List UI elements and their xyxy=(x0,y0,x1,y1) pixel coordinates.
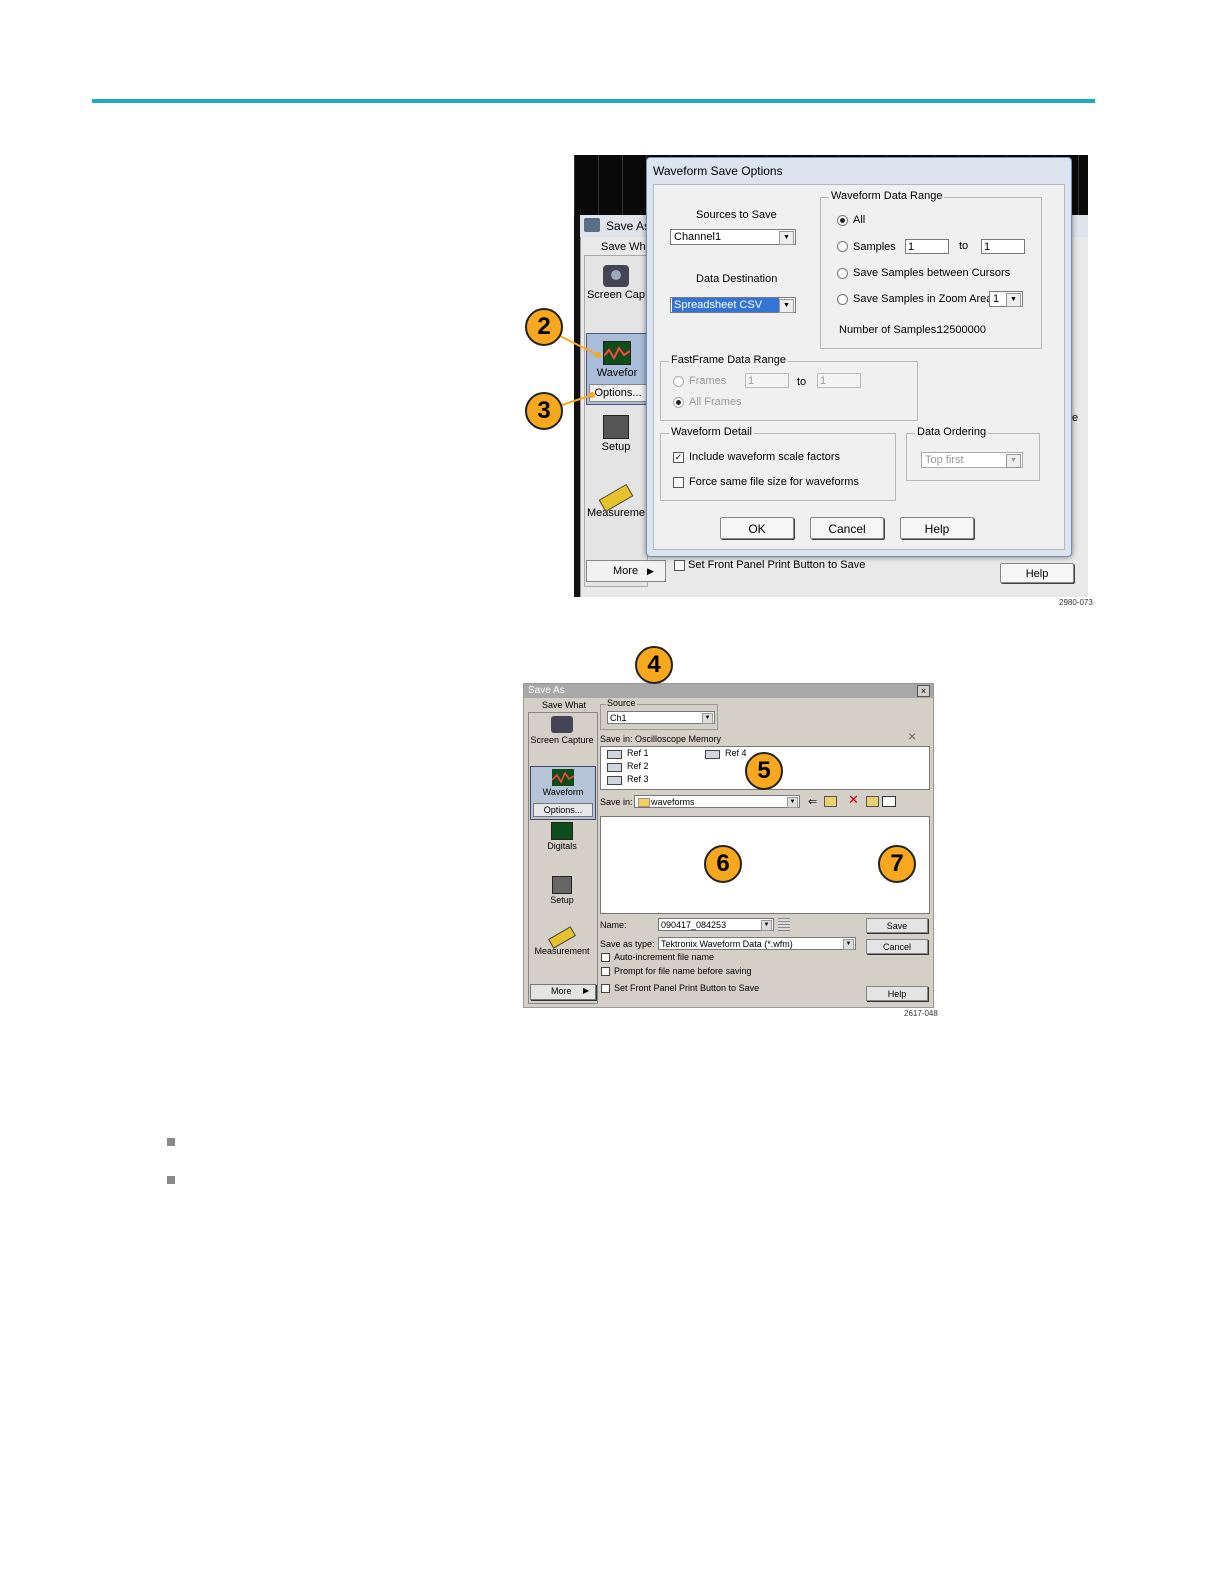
chevron-down-icon: ▼ xyxy=(843,939,854,950)
ref-icon xyxy=(705,750,720,759)
prompt-name-label: Prompt for file name before saving xyxy=(614,966,752,976)
callout-7: 7 xyxy=(878,845,916,883)
delete-icon[interactable]: ✕ xyxy=(848,792,859,808)
figure2-id: 2617-048 xyxy=(904,1009,938,1018)
callout-6: 6 xyxy=(704,845,742,883)
ref-icon xyxy=(607,763,622,772)
name-label: Name: xyxy=(600,920,627,930)
measurement-item[interactable]: Measurement xyxy=(530,926,594,956)
bullet-marker xyxy=(167,1176,175,1184)
keypad-icon[interactable] xyxy=(778,918,790,931)
setup-label: Setup xyxy=(550,895,574,905)
back-arrow-icon[interactable]: ⇐ xyxy=(808,795,817,808)
new-folder-icon[interactable] xyxy=(866,796,879,807)
save-as-titlebar: Save As × xyxy=(524,684,933,698)
ref-4-item[interactable]: Ref 4 xyxy=(725,748,747,758)
source-value: Ch1 xyxy=(610,713,627,723)
callout-2: 2 xyxy=(525,308,563,346)
waveform-icon xyxy=(552,769,574,786)
screen-capture-item[interactable]: Screen Capture xyxy=(530,714,594,745)
ref-3-item[interactable]: Ref 3 xyxy=(627,774,649,784)
waveform-label: Waveform xyxy=(542,787,584,797)
source-label: Source xyxy=(606,698,637,708)
save-in-dropdown[interactable]: waveforms ▼ xyxy=(634,795,800,808)
save-button[interactable]: Save xyxy=(866,918,928,933)
chevron-down-icon: ▼ xyxy=(787,797,798,808)
save-what-label: Save What xyxy=(542,700,587,710)
front-panel-checkbox[interactable] xyxy=(601,984,610,993)
callout-3: 3 xyxy=(525,392,563,430)
digitals-item[interactable]: Digitals xyxy=(530,822,594,851)
ref-icon xyxy=(607,750,622,759)
digitals-icon xyxy=(551,822,573,840)
name-field[interactable]: 090417_084253 ▼ xyxy=(658,918,774,931)
close-icon[interactable]: × xyxy=(917,685,930,697)
ref-icon xyxy=(607,776,622,785)
more-label: More xyxy=(551,986,572,996)
setup-icon xyxy=(552,876,572,894)
name-value: 090417_084253 xyxy=(661,920,727,930)
measurement-label: Measurement xyxy=(534,946,590,956)
save-type-label: Save as type: xyxy=(600,939,655,949)
callout-5: 5 xyxy=(745,752,783,790)
save-type-value: Tektronix Waveform Data (*.wfm) xyxy=(661,939,793,949)
setup-item[interactable]: Setup xyxy=(530,876,594,905)
front-panel-label: Set Front Panel Print Button to Save xyxy=(614,983,760,993)
save-type-dropdown[interactable]: Tektronix Waveform Data (*.wfm) ▼ xyxy=(658,937,856,950)
save-in-value: waveforms xyxy=(651,797,695,807)
ref-1-item[interactable]: Ref 1 xyxy=(627,748,649,758)
more-button[interactable]: More ▶ xyxy=(530,984,596,1000)
up-folder-icon[interactable] xyxy=(824,796,837,807)
bullet-marker xyxy=(167,1138,175,1146)
play-right-icon: ▶ xyxy=(583,986,590,995)
save-in-memory-label: Save in: Oscilloscope Memory xyxy=(600,734,722,744)
camera-icon xyxy=(551,716,573,733)
auto-increment-checkbox[interactable] xyxy=(601,953,610,962)
help-button[interactable]: Help xyxy=(866,986,928,1001)
waveform-item[interactable]: Waveform Options... xyxy=(530,766,596,820)
save-in-label: Save in: xyxy=(600,797,633,807)
view-menu-icon[interactable] xyxy=(882,796,896,807)
callout-4: 4 xyxy=(635,646,673,684)
digitals-label: Digitals xyxy=(547,841,577,851)
folder-icon xyxy=(638,798,650,807)
chevron-down-icon: ▼ xyxy=(761,920,772,931)
prompt-name-checkbox[interactable] xyxy=(601,967,610,976)
save-as-title: Save As xyxy=(528,685,565,696)
close-panel-icon[interactable]: × xyxy=(908,728,916,744)
source-dropdown[interactable]: Ch1 ▼ xyxy=(607,711,715,724)
ref-2-item[interactable]: Ref 2 xyxy=(627,761,649,771)
cancel-button[interactable]: Cancel xyxy=(866,939,928,954)
auto-increment-label: Auto-increment file name xyxy=(614,952,715,962)
options-button[interactable]: Options... xyxy=(533,803,593,817)
screen-capture-label: Screen Capture xyxy=(530,735,594,745)
save-what-panel xyxy=(528,712,598,1004)
chevron-down-icon: ▼ xyxy=(702,713,713,724)
